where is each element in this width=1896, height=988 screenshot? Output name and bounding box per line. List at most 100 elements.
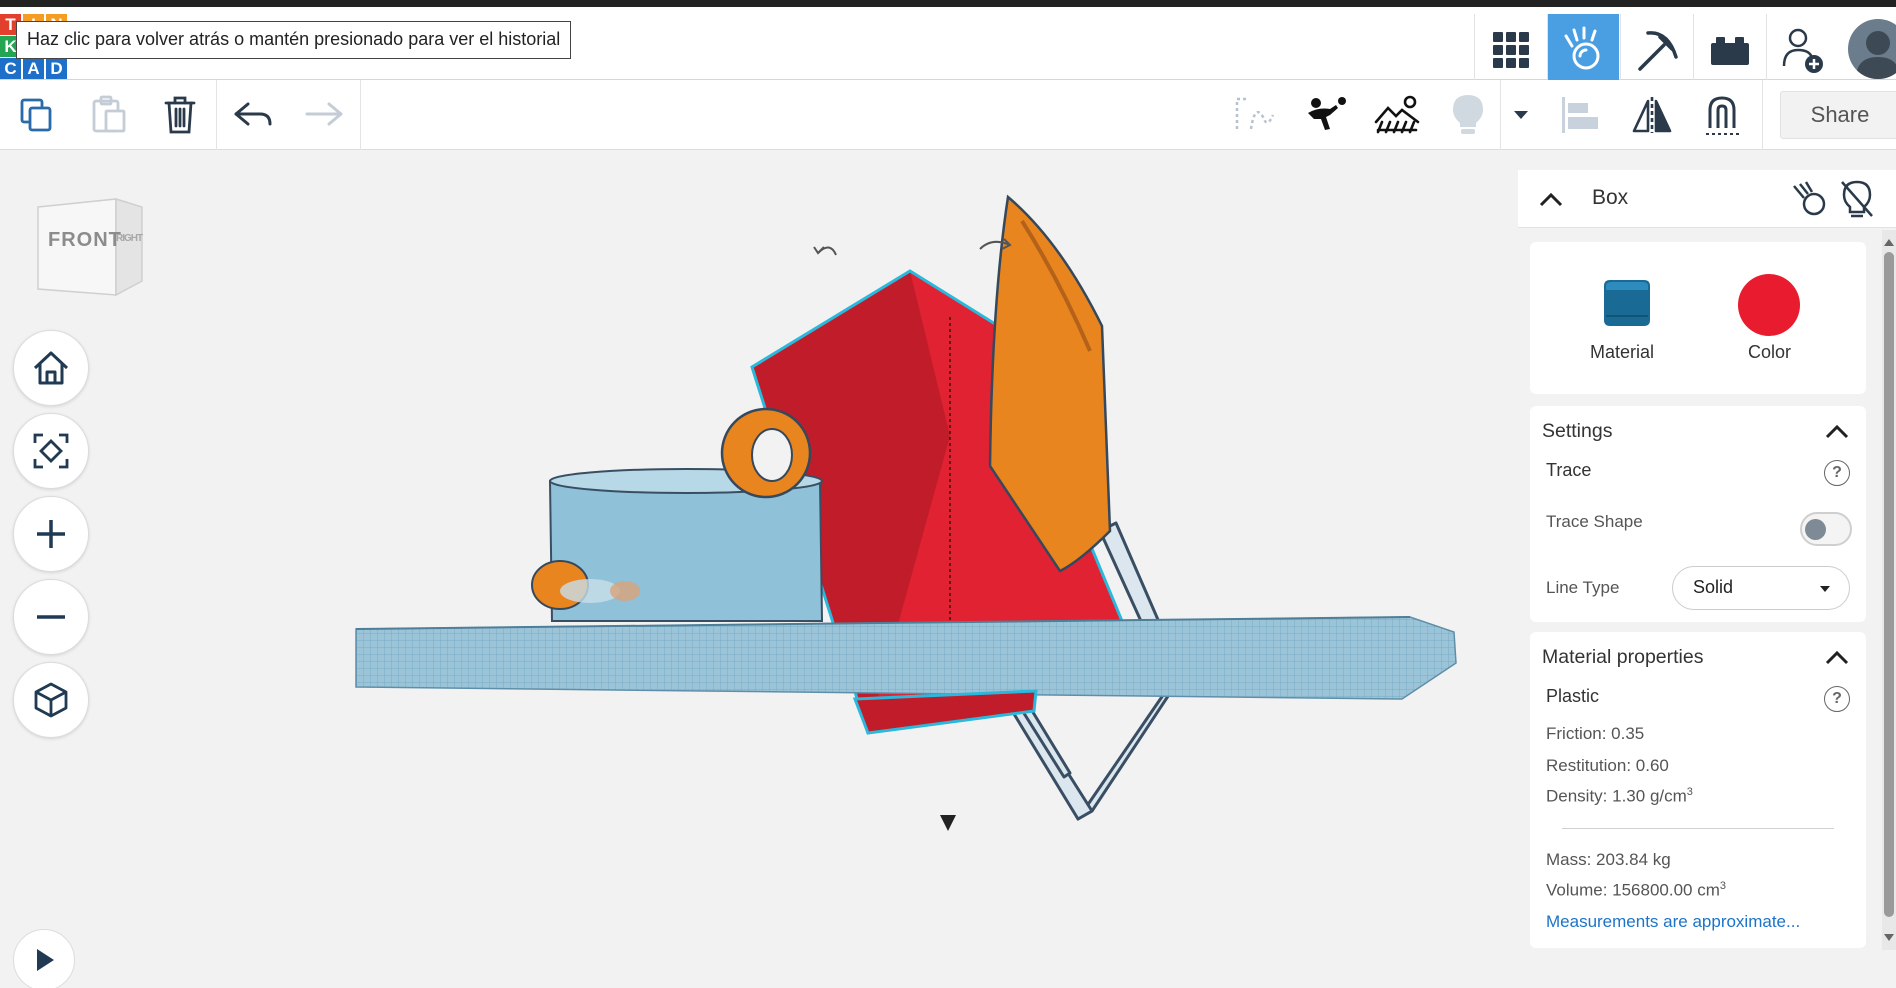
- material-properties-collapse-icon[interactable]: [1824, 648, 1850, 666]
- selected-red-box-bottom: [852, 689, 1038, 735]
- scroll-up-icon[interactable]: [1882, 236, 1896, 250]
- trace-path-icon: [1235, 97, 1275, 130]
- trace-help-icon[interactable]: ?: [1824, 460, 1850, 486]
- view-cube[interactable]: FRONT RIGHT: [32, 189, 152, 309]
- material-properties-card: Material properties Plastic ? Friction: …: [1530, 632, 1866, 948]
- magnet-icon: [1706, 96, 1740, 135]
- mirror-icon: [1632, 97, 1672, 133]
- minus-icon: [37, 615, 65, 619]
- view-cube-front-label: FRONT: [48, 229, 122, 251]
- select-caret-icon: [1820, 586, 1830, 592]
- landscape-icon: [1374, 95, 1420, 134]
- material-cube-icon[interactable]: [1598, 276, 1656, 330]
- line-type-label: Line Type: [1546, 578, 1620, 597]
- toolbar-divider: [1762, 80, 1763, 150]
- paste-icon: [92, 95, 126, 133]
- avatar-icon: [1856, 31, 1896, 79]
- toggle-knob: [1805, 519, 1826, 540]
- bricks-icon: [1710, 37, 1749, 65]
- view-cube-side-label: RIGHT: [116, 233, 143, 244]
- logo-cell-9: D: [46, 58, 67, 79]
- material-name: Plastic: [1546, 686, 1600, 706]
- orange-torus-shape[interactable]: [720, 407, 812, 499]
- mirror-button[interactable]: [1629, 92, 1675, 138]
- throw-person-icon: [1308, 97, 1346, 130]
- magnet-button[interactable]: [1700, 92, 1746, 138]
- invite-user-button[interactable]: [1766, 14, 1838, 86]
- bricks-button[interactable]: [1693, 14, 1765, 86]
- material-properties-title: Material properties: [1542, 646, 1704, 668]
- toolbar-divider: [216, 80, 217, 150]
- gravity-button[interactable]: [1303, 92, 1349, 138]
- fit-view-icon: [33, 433, 69, 469]
- trace-shape-toggle[interactable]: [1800, 512, 1852, 546]
- toolbar-divider: [360, 80, 361, 150]
- scrollbar-thumb[interactable]: [1884, 252, 1894, 917]
- delete-button[interactable]: [157, 92, 203, 138]
- add-user-icon: [1782, 28, 1823, 73]
- ground-button[interactable]: [1374, 92, 1420, 138]
- zoom-out-button[interactable]: [13, 579, 89, 655]
- scroll-down-icon[interactable]: [1882, 930, 1896, 944]
- material-help-icon[interactable]: ?: [1824, 686, 1850, 712]
- share-button[interactable]: Share: [1780, 91, 1896, 139]
- friction-value: Friction: 0.35: [1546, 724, 1645, 743]
- line-type-select[interactable]: Solid: [1672, 566, 1850, 610]
- blue-plank-shape[interactable]: [355, 616, 1457, 700]
- perspective-button[interactable]: [13, 662, 89, 738]
- mass-value: Mass: 203.84 kg: [1546, 850, 1671, 869]
- play-simulation-button[interactable]: [13, 929, 75, 988]
- edit-toolbar: Share: [0, 80, 1896, 150]
- copy-button[interactable]: [14, 92, 60, 138]
- plus-icon: [37, 520, 65, 548]
- cube-icon: [34, 682, 68, 718]
- grid-view-icon: [1492, 32, 1529, 68]
- rotate-handle-icon[interactable]: [813, 238, 1012, 256]
- density-superscript: 3: [1686, 786, 1693, 798]
- collapse-chevron-icon[interactable]: [1538, 190, 1564, 208]
- restitution-value: Restitution: 0.60: [1546, 756, 1669, 775]
- sim-lab-button[interactable]: [1547, 14, 1619, 86]
- appearance-card: Material Color: [1530, 242, 1866, 394]
- paste-button[interactable]: [86, 92, 132, 138]
- density-value: Density: 1.30 g/cm3: [1546, 786, 1693, 807]
- drop-marker-icon: [940, 815, 956, 831]
- top-bar: T I N K E R C A D Haz clic para volver a…: [0, 0, 1896, 86]
- volume-value: Volume: 156800.00 cm3: [1546, 880, 1726, 901]
- caret-down-icon: [1514, 111, 1528, 119]
- inspector-title: Box: [1592, 186, 1629, 209]
- undo-button[interactable]: [230, 92, 276, 138]
- zoom-in-button[interactable]: [13, 496, 89, 572]
- trace-shape-label: Trace Shape: [1546, 512, 1643, 531]
- shape-inspector-panel: Box Material Color Settings Trace ? Trac…: [1518, 170, 1896, 950]
- density-text: Density: 1.30 g/cm: [1546, 786, 1687, 806]
- pickaxe-icon: [1637, 31, 1678, 71]
- inspector-header: Box: [1518, 170, 1896, 228]
- build-button[interactable]: [1620, 14, 1692, 86]
- line-type-value: Solid: [1693, 577, 1734, 597]
- properties-divider: [1562, 828, 1834, 829]
- hide-shape-icon[interactable]: [1788, 180, 1830, 220]
- light-button[interactable]: [1445, 92, 1491, 138]
- trash-icon: [164, 96, 196, 134]
- light-dropdown-button[interactable]: [1500, 92, 1542, 138]
- fit-view-button[interactable]: [13, 413, 89, 489]
- volume-text: Volume: 156800.00 cm: [1546, 880, 1720, 900]
- measurements-link[interactable]: Measurements are approximate...: [1546, 912, 1800, 932]
- play-icon: [37, 949, 54, 971]
- align-button[interactable]: [1558, 92, 1604, 138]
- light-off-icon[interactable]: [1838, 178, 1876, 220]
- home-icon: [33, 351, 69, 385]
- redo-button[interactable]: [301, 92, 347, 138]
- home-view-button[interactable]: [13, 330, 89, 406]
- physics-trace-button[interactable]: [1232, 92, 1278, 138]
- color-swatch[interactable]: [1738, 274, 1800, 336]
- align-icon: [1562, 97, 1598, 133]
- grid-view-button[interactable]: [1474, 14, 1546, 86]
- sim-lab-icon: [1564, 26, 1599, 70]
- volume-superscript: 3: [1719, 880, 1727, 892]
- settings-collapse-icon[interactable]: [1824, 422, 1850, 440]
- logo-cell-7: C: [0, 58, 21, 79]
- user-avatar[interactable]: [1848, 19, 1896, 79]
- settings-title: Settings: [1542, 420, 1613, 442]
